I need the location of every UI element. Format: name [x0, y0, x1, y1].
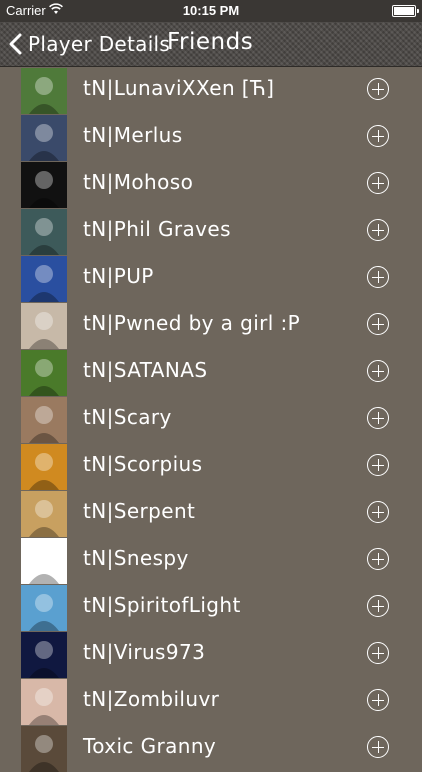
friend-name: tN|Virus973: [83, 640, 206, 664]
blue-car-avatar: [21, 585, 67, 631]
sunglasses-man-avatar: [21, 397, 67, 443]
friend-name: tN|Zombiluvr: [83, 687, 220, 711]
battery-icon: [392, 5, 419, 17]
friend-row[interactable]: tN|Serpent: [0, 490, 422, 537]
add-friend-icon[interactable]: [367, 454, 389, 476]
friend-row[interactable]: tN|Snespy: [0, 537, 422, 584]
friend-name: tN|LunaviXXen [Ћ]: [83, 76, 275, 100]
add-friend-icon[interactable]: [367, 266, 389, 288]
friend-name: tN|Serpent: [83, 499, 196, 523]
add-friend-icon[interactable]: [367, 642, 389, 664]
friend-name: tN|Mohoso: [83, 170, 194, 194]
add-friend-icon[interactable]: [367, 360, 389, 382]
add-friend-icon[interactable]: [367, 595, 389, 617]
friend-row[interactable]: tN|Phil Graves: [0, 208, 422, 255]
friend-row[interactable]: tN|Mohoso: [0, 161, 422, 208]
back-button-label: Player Details: [28, 32, 171, 56]
hooded-figure-avatar: [21, 115, 67, 161]
chevron-left-icon: [9, 33, 22, 55]
battery-fill: [394, 7, 414, 15]
person-green-avatar: [21, 350, 67, 396]
friend-row[interactable]: tN|Scary: [0, 396, 422, 443]
woman-portrait-avatar: [21, 679, 67, 725]
blue-monster-avatar: [21, 256, 67, 302]
add-friend-icon[interactable]: [367, 219, 389, 241]
page-title: Friends: [167, 29, 254, 55]
friend-row[interactable]: tN|SpiritofLight: [0, 584, 422, 631]
add-friend-icon[interactable]: [367, 313, 389, 335]
add-friend-icon[interactable]: [367, 736, 389, 758]
friend-row[interactable]: tN|Zombiluvr: [0, 678, 422, 725]
status-time: 10:15 PM: [182, 3, 240, 18]
friend-name: tN|Phil Graves: [83, 217, 231, 241]
friend-row[interactable]: tN|Virus973: [0, 631, 422, 678]
friend-name: tN|SpiritofLight: [83, 593, 241, 617]
friend-row[interactable]: tN|PUP: [0, 255, 422, 302]
back-button[interactable]: Player Details: [8, 28, 170, 60]
friend-row[interactable]: tN|Pwned by a girl :P: [0, 302, 422, 349]
friend-name: tN|Scorpius: [83, 452, 203, 476]
friend-row[interactable]: Toxic Granny: [0, 725, 422, 772]
friend-name: tN|Merlus: [83, 123, 183, 147]
blue-light-avatar: [21, 632, 67, 678]
friend-row[interactable]: tN|SATANAS: [0, 349, 422, 396]
pug-avatar: [21, 303, 67, 349]
friend-row[interactable]: tN|Scorpius: [0, 443, 422, 490]
skull-avatar: [21, 162, 67, 208]
add-friend-icon[interactable]: [367, 172, 389, 194]
add-friend-icon[interactable]: [367, 501, 389, 523]
friend-name: tN|SATANAS: [83, 358, 208, 382]
add-friend-icon[interactable]: [367, 689, 389, 711]
add-friend-icon[interactable]: [367, 548, 389, 570]
golden-face-avatar: [21, 491, 67, 537]
navigation-bar: Player Details Friends: [0, 22, 422, 67]
status-bar: Carrier 10:15 PM: [0, 0, 422, 22]
friend-row[interactable]: tN|LunaviXXen [Ћ]: [0, 67, 422, 114]
friend-name: tN|Scary: [83, 405, 172, 429]
ninja-mask-avatar: [21, 444, 67, 490]
pixel-robot-avatar: [21, 538, 67, 584]
knight-helmet-avatar: [21, 68, 67, 114]
add-friend-icon[interactable]: [367, 125, 389, 147]
friends-list: tN|LunaviXXen [Ћ] tN|Merlus tN|Mohoso tN|Ph…: [0, 67, 422, 772]
friend-name: tN|Pwned by a girl :P: [83, 311, 301, 335]
friend-row[interactable]: tN|Merlus: [0, 114, 422, 161]
figure-scene-avatar: [21, 209, 67, 255]
add-friend-icon[interactable]: [367, 407, 389, 429]
friend-name: tN|Snespy: [83, 546, 189, 570]
dark-portrait-avatar: [21, 726, 67, 772]
add-friend-icon[interactable]: [367, 78, 389, 100]
friend-name: tN|PUP: [83, 264, 154, 288]
friend-name: Toxic Granny: [83, 734, 217, 758]
